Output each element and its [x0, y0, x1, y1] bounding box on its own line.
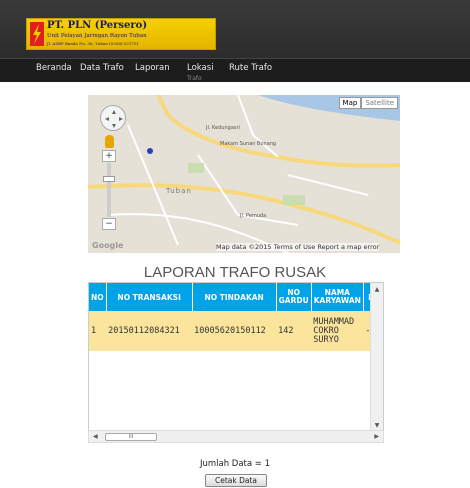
- cell-no-gardu: 142: [276, 311, 312, 351]
- horizontal-scroll-thumb[interactable]: III: [105, 433, 157, 441]
- company-address: Jl. ASBP Banda No. 36, Tuban (0356)-3217…: [47, 41, 140, 46]
- map-type-control: Map Satellite: [338, 97, 398, 109]
- nav-item-laporan[interactable]: Laporan: [135, 63, 170, 73]
- column-header-no-tindakan: NO TINDAKAN: [192, 283, 277, 311]
- cell-no: 1: [89, 311, 107, 351]
- horizontal-scrollbar[interactable]: ◀ III ▶: [88, 430, 384, 443]
- report-table-container: NO NO TRANSAKSI NO TINDAKAN NO GARDU NAM…: [88, 282, 384, 432]
- scroll-down-icon[interactable]: ▼: [373, 422, 381, 430]
- nav-item-data-trafo[interactable]: Data Trafo: [80, 63, 124, 73]
- cell-nama-karyawan: MUHAMMAD COKRO SURYO: [311, 311, 364, 351]
- map-type-map-button[interactable]: Map: [338, 97, 362, 109]
- cell-no-tindakan: 10005620150112: [192, 311, 277, 351]
- map-label-jalan-1: Jl. Kedungasri: [206, 125, 240, 131]
- map-type-satellite-button[interactable]: Satellite: [361, 97, 398, 109]
- pan-arrows-icon: [105, 110, 123, 128]
- cell-no-transaksi: 20150112084321: [106, 311, 193, 351]
- pln-logo[interactable]: PT. PLN (Persero) Unit Pelayan Jaringan …: [26, 18, 216, 50]
- nav-item-lokasi[interactable]: Lokasi Trafo: [187, 63, 214, 82]
- zoom-in-button[interactable]: +: [102, 150, 116, 162]
- map-attribution[interactable]: Map data ©2015 Terms of Use Report a map…: [216, 243, 380, 251]
- table-row[interactable]: 1 20150112084321 10005620150112 142 MUHA…: [89, 311, 378, 351]
- nav-item-rute-trafo[interactable]: Rute Trafo: [229, 63, 272, 73]
- column-header-no: NO: [89, 283, 107, 311]
- report-title: LAPORAN TRAFO RUSAK: [143, 264, 327, 281]
- zoom-out-button[interactable]: −: [102, 218, 116, 230]
- column-header-no-transaksi: NO TRANSAKSI: [106, 283, 193, 311]
- map-pan-control[interactable]: [100, 105, 126, 131]
- pegman-icon[interactable]: [105, 135, 114, 148]
- zoom-track[interactable]: [107, 163, 111, 217]
- map-label-makam: Makam Sunan Bonang: [220, 141, 277, 147]
- map-roads: [88, 95, 400, 253]
- column-header-no-gardu: NO GARDU: [276, 283, 312, 311]
- map-zoom-control: + −: [102, 150, 116, 230]
- table-header-row: NO NO TRANSAKSI NO TINDAKAN NO GARDU NAM…: [89, 283, 379, 311]
- print-data-button[interactable]: Cetak Data: [205, 474, 267, 487]
- scroll-left-icon[interactable]: ◀: [93, 433, 98, 440]
- main-nav: Beranda Data Trafo Laporan Lokasi Trafo …: [0, 58, 470, 82]
- map-label-tuban: Tuban: [166, 187, 192, 195]
- map-view[interactable]: Makam Sunan Bonang Tuban Jl. Kedungasri …: [88, 95, 400, 253]
- lightning-logo-icon: [30, 22, 44, 46]
- nav-item-lokasi-label: Lokasi: [187, 63, 214, 73]
- nav-item-beranda[interactable]: Beranda: [36, 63, 72, 73]
- scroll-up-icon[interactable]: ▲: [373, 286, 381, 294]
- vertical-scrollbar[interactable]: ▲ ▼: [370, 283, 383, 431]
- zoom-slider-handle[interactable]: [103, 176, 115, 182]
- map-label-jalan-2: Jl. Pemuda: [240, 213, 267, 219]
- nav-overflow-label: Trafo: [187, 75, 202, 82]
- report-table: NO NO TRANSAKSI NO TINDAKAN NO GARDU NAM…: [89, 283, 379, 351]
- unit-name: Unit Pelayan Jaringan Rayon Tuban: [47, 33, 147, 39]
- scroll-right-icon[interactable]: ▶: [374, 433, 379, 440]
- column-header-nama-karyawan: NAMA KARYAWAN: [311, 283, 364, 311]
- google-logo: Google: [92, 241, 124, 250]
- data-count: Jumlah Data = 1: [199, 459, 271, 469]
- company-name: PT. PLN (Persero): [47, 20, 148, 31]
